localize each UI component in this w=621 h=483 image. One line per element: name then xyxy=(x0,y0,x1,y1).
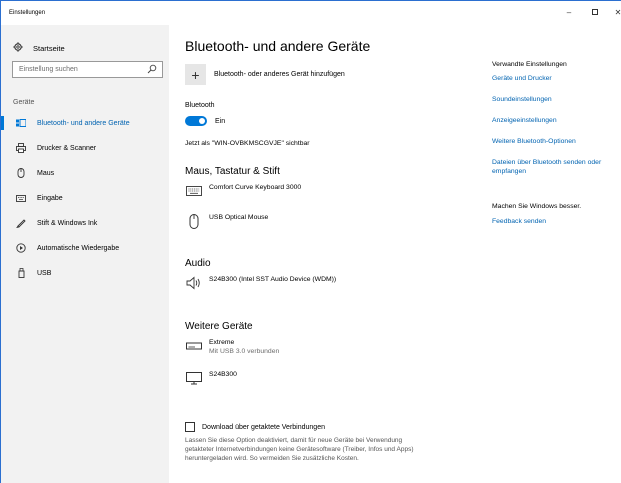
search-placeholder: Einstellung suchen xyxy=(19,66,78,73)
sidebar-item-bluetooth[interactable]: Bluetooth- und andere Geräte xyxy=(1,113,169,133)
device-name: Comfort Curve Keyboard 3000 xyxy=(209,184,302,191)
maximize-icon xyxy=(592,9,598,15)
bluetooth-toggle-label: Ein xyxy=(215,117,226,125)
section-title-input: Maus, Tastatur & Stift xyxy=(185,166,280,177)
sidebar-item-label: Bluetooth- und andere Geräte xyxy=(37,119,130,127)
sidebar-item-pen[interactable]: Stift & Windows Ink xyxy=(1,213,169,233)
sidebar-item-label: Automatische Wiedergabe xyxy=(37,244,120,252)
search-input[interactable]: Einstellung suchen xyxy=(12,61,163,78)
related-settings-heading: Verwandte Einstellungen xyxy=(492,61,567,68)
keyboard-icon xyxy=(185,183,203,199)
close-icon: ✕ xyxy=(614,7,621,17)
device-name: S24B300 xyxy=(209,371,237,378)
sidebar-item-label: Drucker & Scanner xyxy=(37,144,97,152)
search-icon xyxy=(147,64,157,74)
sidebar-home[interactable]: Startseite xyxy=(13,42,65,54)
usb-drive-icon xyxy=(185,338,203,354)
sidebar-item-printers[interactable]: Drucker & Scanner xyxy=(1,138,169,158)
toggle-knob xyxy=(199,118,205,124)
device-item[interactable]: S24B300 (Intel SST Audio Device (WDM)) xyxy=(185,275,336,291)
sidebar: Startseite Einstellung suchen Geräte Blu… xyxy=(1,25,169,483)
link-more-bluetooth-options[interactable]: Weitere Bluetooth-Optionen xyxy=(492,137,617,146)
bluetooth-devices-icon xyxy=(13,119,29,127)
link-devices-printers[interactable]: Geräte und Drucker xyxy=(492,74,617,83)
gear-icon xyxy=(13,42,23,54)
device-name: S24B300 (Intel SST Audio Device (WDM)) xyxy=(209,276,337,283)
maximize-button[interactable] xyxy=(584,5,606,19)
metered-download-label: Download über getaktete Verbindungen xyxy=(202,423,325,431)
mouse-icon xyxy=(185,213,203,229)
visibility-text: Jetzt als "WIN-OVBKMSCGVJE" sichtbar xyxy=(185,140,310,147)
sidebar-item-label: Stift & Windows Ink xyxy=(37,219,98,227)
link-bluetooth-file-transfer[interactable]: Dateien über Bluetooth senden oder empfa… xyxy=(492,158,617,176)
keyboard-icon xyxy=(13,194,29,202)
main-content: Bluetooth- und andere Geräte + Bluetooth… xyxy=(169,25,489,483)
bluetooth-toggle-row: Ein xyxy=(185,116,225,126)
device-name: USB Optical Mouse xyxy=(209,214,269,221)
sidebar-item-label: USB xyxy=(37,269,52,277)
link-display-settings[interactable]: Anzeigeeinstellungen xyxy=(492,116,617,125)
device-status: Mit USB 3.0 verbunden xyxy=(209,348,280,355)
monitor-icon xyxy=(185,370,203,386)
add-device-button[interactable]: + Bluetooth- oder anderes Gerät hinzufüg… xyxy=(185,64,345,85)
sidebar-item-label: Maus xyxy=(37,169,55,177)
settings-window: Einstellungen – ✕ Startseite Einstellung… xyxy=(0,0,621,483)
device-item[interactable]: S24B300 xyxy=(185,370,237,386)
feedback-heading: Machen Sie Windows besser. xyxy=(492,203,582,210)
minimize-icon: – xyxy=(566,7,572,17)
metered-download-description: Lassen Sie diese Option deaktiviert, dam… xyxy=(185,437,414,462)
section-title-other: Weitere Geräte xyxy=(185,321,253,332)
plus-icon: + xyxy=(185,64,206,85)
bluetooth-heading: Bluetooth xyxy=(185,102,215,109)
sidebar-item-label: Eingabe xyxy=(37,194,63,202)
printer-icon xyxy=(13,143,29,153)
add-device-label: Bluetooth- oder anderes Gerät hinzufügen xyxy=(214,71,345,78)
device-name: Extreme xyxy=(209,339,235,346)
minimize-button[interactable]: – xyxy=(558,5,580,19)
bluetooth-toggle[interactable] xyxy=(185,116,207,126)
sidebar-home-label: Startseite xyxy=(33,43,65,53)
sidebar-section-label: Geräte xyxy=(13,99,35,106)
sidebar-item-typing[interactable]: Eingabe xyxy=(1,188,169,208)
mouse-icon xyxy=(13,168,29,178)
link-feedback[interactable]: Feedback senden xyxy=(492,217,617,226)
page-title: Bluetooth- und andere Geräte xyxy=(185,38,371,54)
speaker-icon xyxy=(185,275,203,291)
metered-download-option[interactable]: Download über getaktete Verbindungen xyxy=(185,422,325,432)
device-item[interactable]: USB Optical Mouse xyxy=(185,213,268,229)
autoplay-icon xyxy=(13,243,29,253)
section-title-audio: Audio xyxy=(185,258,211,269)
pen-icon xyxy=(13,218,29,228)
link-sound-settings[interactable]: Soundeinstellungen xyxy=(492,95,617,104)
title-bar: Einstellungen – ✕ xyxy=(1,1,621,25)
metered-download-checkbox[interactable] xyxy=(185,422,195,432)
device-item[interactable]: Comfort Curve Keyboard 3000 xyxy=(185,183,301,199)
sidebar-item-autoplay[interactable]: Automatische Wiedergabe xyxy=(1,238,169,258)
window-title: Einstellungen xyxy=(9,10,46,16)
close-button[interactable]: ✕ xyxy=(607,5,621,19)
sidebar-item-mouse[interactable]: Maus xyxy=(1,163,169,183)
device-item[interactable]: Extreme Mit USB 3.0 verbunden xyxy=(185,338,279,356)
usb-icon xyxy=(13,268,29,278)
sidebar-item-usb[interactable]: USB xyxy=(1,263,169,283)
